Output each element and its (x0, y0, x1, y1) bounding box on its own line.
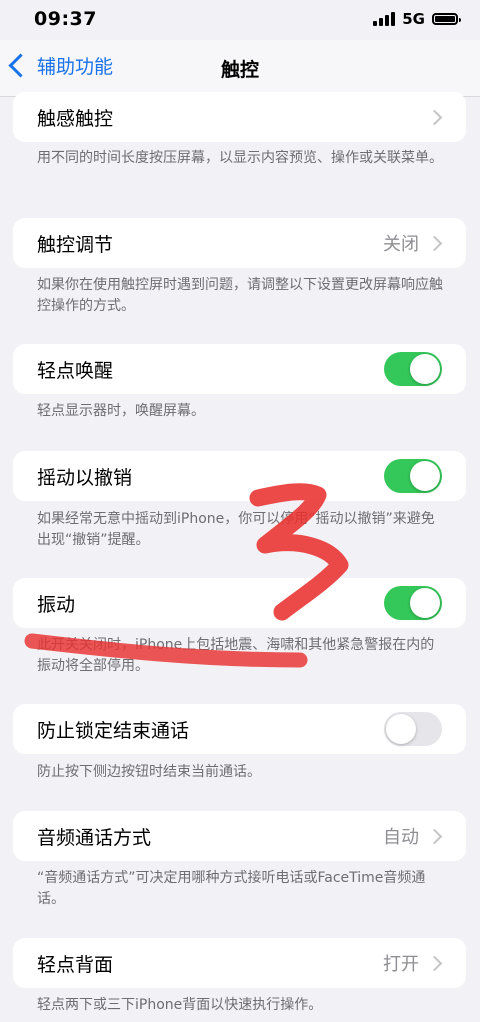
status-bar: 09:37 5G (0, 0, 480, 40)
battery-icon (432, 13, 461, 25)
row-touch-accommodations[interactable]: 触控调节 关闭 (13, 218, 466, 268)
row-label: 轻点唤醒 (37, 359, 114, 382)
chevron-right-icon (426, 109, 443, 125)
signal-icon (373, 12, 396, 26)
row-vibration: 振动 (13, 578, 466, 628)
row-haptic-touch[interactable]: 触感触控 (13, 92, 466, 142)
footnote-prevent-lock-end-call: 防止按下侧边按钮时结束当前通话。 (37, 764, 261, 780)
row-label: 防止锁定结束通话 (37, 719, 190, 742)
vibration-toggle[interactable] (384, 586, 442, 620)
nav-bar: 辅助功能 触控 (0, 40, 480, 97)
footnote-touch-accommodations: 如果你在使用触控屏时遇到问题，请调整以下设置更改屏幕响应触控操作的方式。 (37, 277, 443, 314)
row-label: 振动 (37, 593, 76, 616)
row-value: 打开 (383, 954, 419, 975)
shake-to-undo-toggle[interactable] (384, 459, 442, 493)
row-value: 关闭 (383, 234, 419, 255)
footnote-vibration: 此开关关闭时，iPhone上包括地震、海啸和其他紧急警报在内的振动将全部停用。 (37, 637, 435, 674)
footnote-call-audio-routing: “音频通话方式”可决定用哪种方式接听电话或FaceTime音频通话。 (37, 870, 426, 907)
footnote-haptic-touch: 用不同的时间长度按压屏幕，以显示内容预览、操作或关联菜单。 (37, 150, 443, 166)
status-time: 09:37 (34, 8, 97, 30)
tap-to-wake-toggle[interactable] (384, 352, 442, 386)
row-call-audio-routing[interactable]: 音频通话方式 自动 (13, 811, 466, 861)
row-back-tap[interactable]: 轻点背面 打开 (13, 938, 466, 988)
footnote-tap-to-wake: 轻点显示器时，唤醒屏幕。 (37, 403, 205, 419)
row-shake-to-undo: 摇动以撤销 (13, 451, 466, 501)
chevron-right-icon (426, 955, 443, 971)
row-prevent-lock-end-call: 防止锁定结束通话 (13, 704, 466, 754)
prevent-lock-end-call-toggle[interactable] (384, 712, 442, 746)
row-value: 自动 (383, 827, 419, 848)
row-label: 触控调节 (37, 233, 114, 256)
page-title: 触控 (220, 59, 259, 81)
row-label: 摇动以撤销 (37, 466, 133, 489)
footnote-shake-to-undo: 如果经常无意中摇动到iPhone，你可以停用“摇动以撤销”来避免出现“撤销”提醒… (37, 511, 435, 548)
row-tap-to-wake: 轻点唤醒 (13, 344, 466, 394)
chevron-right-icon (426, 235, 443, 251)
row-label: 触感触控 (37, 107, 114, 130)
footnote-back-tap: 轻点两下或三下iPhone背面以快速执行操作。 (37, 997, 323, 1013)
row-label: 音频通话方式 (37, 826, 152, 849)
network-type: 5G (402, 10, 425, 28)
chevron-right-icon (426, 828, 443, 844)
row-label: 轻点背面 (37, 953, 114, 976)
status-icons: 5G (373, 10, 461, 28)
